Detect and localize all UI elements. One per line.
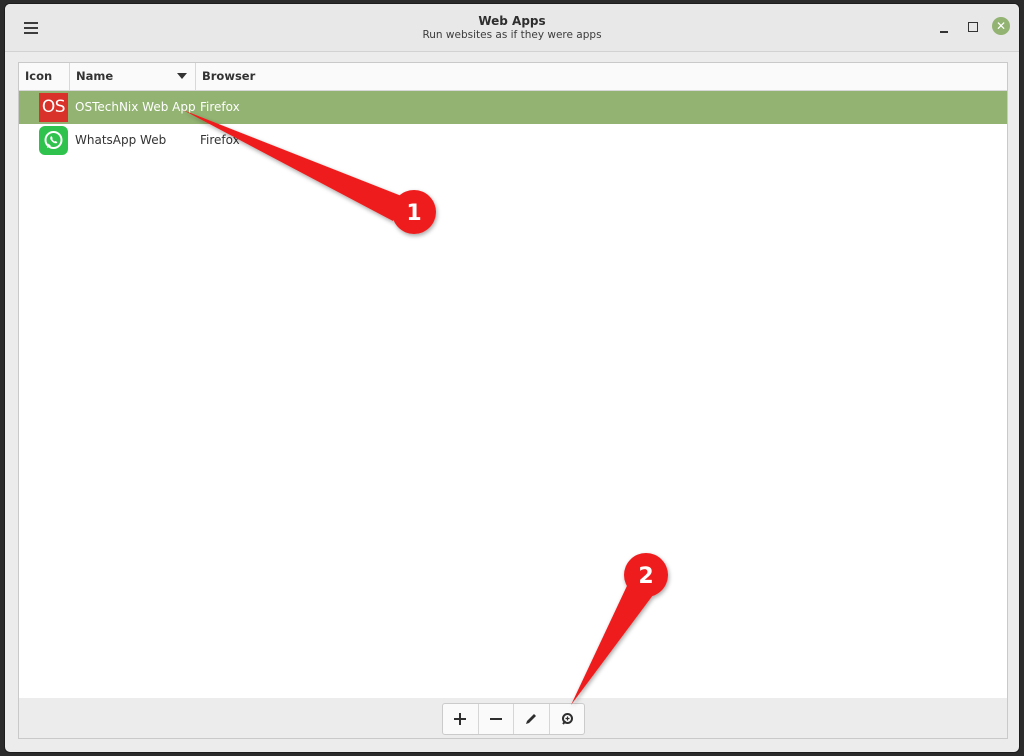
web-apps-window: Web Apps Run websites as if they were ap… [5, 4, 1019, 752]
window-title: Web Apps [478, 14, 546, 28]
launch-icon [561, 713, 573, 725]
table-row[interactable]: WhatsApp Web Firefox [19, 124, 1007, 157]
row-icon-cell: OS [39, 91, 69, 124]
maximize-icon[interactable] [968, 22, 978, 32]
column-header-icon[interactable]: Icon [19, 63, 70, 90]
column-header-browser[interactable]: Browser [196, 63, 396, 90]
table-row[interactable]: OS OSTechNix Web App Firefox [19, 91, 1007, 124]
row-browser: Firefox [200, 133, 240, 147]
row-icon-cell [39, 124, 69, 157]
add-button[interactable] [443, 704, 479, 734]
sort-descending-icon [177, 73, 187, 79]
column-header-name[interactable]: Name [70, 63, 196, 90]
window-subtitle: Run websites as if they were apps [422, 29, 602, 41]
column-header-name-label: Name [76, 69, 114, 83]
add-icon [454, 713, 467, 725]
os-logo-icon: OS [39, 93, 68, 122]
title-bar: Web Apps Run websites as if they were ap… [5, 4, 1019, 52]
edit-button[interactable] [514, 704, 550, 734]
row-name: WhatsApp Web [75, 133, 167, 147]
close-icon[interactable]: ✕ [992, 17, 1010, 35]
remove-icon [489, 718, 502, 720]
edit-icon [526, 714, 537, 724]
web-apps-list: Icon Name Browser OS OSTechNix Web App F… [18, 62, 1008, 700]
row-name: OSTechNix Web App [75, 100, 196, 114]
bottom-toolbar-area [18, 698, 1008, 739]
launch-button[interactable] [550, 704, 585, 734]
minimize-icon[interactable] [938, 21, 950, 35]
whatsapp-icon [39, 126, 68, 155]
remove-button[interactable] [479, 704, 514, 734]
row-browser: Firefox [200, 100, 240, 114]
list-header: Icon Name Browser [19, 63, 1007, 91]
action-toolbar [442, 703, 585, 735]
